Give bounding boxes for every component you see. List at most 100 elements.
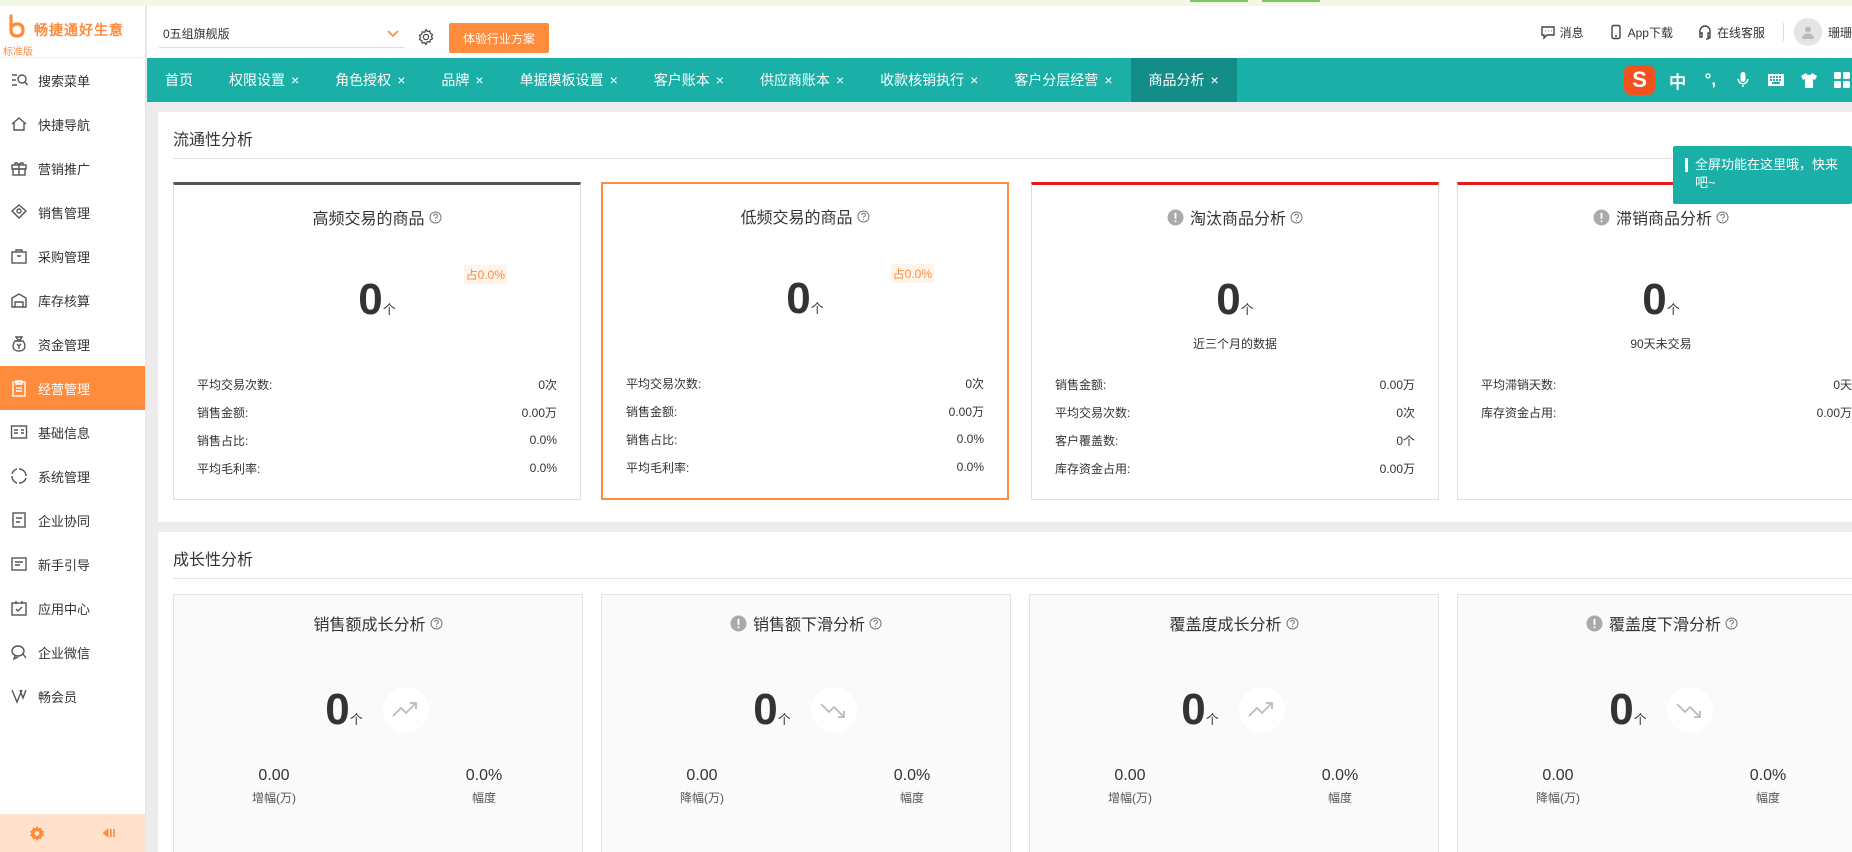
- sidebar-item-guide[interactable]: 新手引导: [0, 542, 145, 586]
- gear-icon[interactable]: [417, 28, 435, 46]
- ime-punct-button[interactable]: °,: [1700, 68, 1721, 92]
- ime-mode-button[interactable]: 中: [1667, 68, 1688, 92]
- sidebar-item-label: 应用中心: [38, 601, 91, 617]
- sales-decline-card[interactable]: 销售额下滑分析 0个 0.00 降幅(万) 0.0% 幅度: [601, 594, 1011, 852]
- stat-label: 销售金额:: [1055, 377, 1107, 392]
- close-icon[interactable]: ×: [1211, 72, 1219, 88]
- stat-row: 库存资金占用: 0.00万: [1055, 454, 1415, 482]
- item-count: 0个: [602, 685, 942, 735]
- sogou-logo-icon[interactable]: S: [1624, 65, 1656, 95]
- change-rate: 0.0% 幅度: [1280, 767, 1400, 806]
- sidebar-item-funds[interactable]: 资金管理: [0, 322, 145, 366]
- keyboard-icon[interactable]: [1766, 68, 1787, 92]
- coverage-growth-card[interactable]: 覆盖度成长分析 0个 0.00 增幅(万) 0.0% 幅度: [1029, 594, 1439, 852]
- toolbox-grid-icon[interactable]: [1831, 68, 1852, 92]
- user-menu[interactable]: 珊珊: [1793, 18, 1852, 46]
- high-frequency-card[interactable]: 高频交易的商品 占0.0% 0个 平均交易次数: 0次 销售金额: 0.00万 销售…: [173, 182, 581, 500]
- clipboard-icon: [12, 380, 26, 397]
- close-icon[interactable]: ×: [836, 72, 844, 88]
- online-support-button[interactable]: 在线客服: [1697, 24, 1765, 41]
- tab-home[interactable]: 首页: [147, 58, 211, 102]
- sidebar-item-collab[interactable]: 企业协同: [0, 498, 145, 542]
- message-icon: [1540, 26, 1555, 40]
- low-frequency-card[interactable]: 低频交易的商品 占0.0% 0个 平均交易次数: 0次 销售金额: 0.00万 销售…: [601, 182, 1009, 500]
- help-icon[interactable]: [1290, 211, 1303, 224]
- change-amount: 0.00 降幅(万): [1498, 767, 1618, 806]
- tab-document-template[interactable]: 单据模板设置 ×: [502, 58, 636, 102]
- help-icon[interactable]: [430, 617, 443, 630]
- help-icon[interactable]: [1725, 617, 1738, 630]
- metric-label: 幅度: [1755, 791, 1780, 805]
- sidebar-item-search-menu[interactable]: 搜索菜单: [0, 58, 145, 102]
- chevron-down-icon: [387, 30, 399, 38]
- item-count: 0个: [1458, 275, 1852, 325]
- metric-label: 幅度: [471, 791, 496, 805]
- sidebar-item-vip[interactable]: 畅会员: [0, 674, 145, 718]
- fullscreen-guide-tooltip[interactable]: 全屏功能在这里哦，快来 吧~: [1673, 146, 1852, 204]
- sales-growth-card[interactable]: 销售额成长分析 0个 0.00 增幅(万) 0.0% 幅度: [173, 594, 583, 852]
- tab-permission-settings[interactable]: 权限设置 ×: [211, 58, 317, 102]
- sidebar-item-label: 快捷导航: [38, 117, 91, 133]
- help-icon[interactable]: [1716, 211, 1729, 224]
- sidebar-item-purchase[interactable]: 采购管理: [0, 234, 145, 278]
- sidebar-item-sales[interactable]: 销售管理: [0, 190, 145, 234]
- app-download-button[interactable]: App下载: [1608, 24, 1673, 41]
- app-logo[interactable]: 畅捷通好生意 标准版: [0, 6, 145, 58]
- tab-customer-tiering[interactable]: 客户分层经营 ×: [996, 58, 1130, 102]
- tab-label: 收款核销执行: [880, 72, 965, 88]
- trial-industry-button[interactable]: 体验行业方案: [449, 23, 549, 53]
- slow-moving-products-card[interactable]: 滞销商品分析 0个 90天未交易 平均滞销天数: 0天 库存资金占用: 0.00万: [1457, 182, 1852, 500]
- account-name: 0五组旗舰版: [163, 27, 230, 41]
- help-icon[interactable]: [1286, 617, 1299, 630]
- messages-button[interactable]: 消息: [1540, 24, 1584, 41]
- sidebar-item-system[interactable]: 系统管理: [0, 454, 145, 498]
- close-icon[interactable]: ×: [970, 72, 978, 88]
- tab-label: 客户账本: [653, 72, 710, 88]
- tab-product-analysis[interactable]: 商品分析 ×: [1130, 58, 1237, 102]
- close-icon[interactable]: ×: [397, 72, 405, 88]
- close-icon[interactable]: ×: [475, 72, 483, 88]
- settings-gear-icon[interactable]: [28, 824, 46, 842]
- stat-row: 平均交易次数: 0次: [1055, 398, 1415, 426]
- sidebar-item-app-center[interactable]: 应用中心: [0, 586, 145, 630]
- metric-value: 0.00: [1542, 767, 1574, 784]
- help-icon[interactable]: [857, 210, 870, 223]
- help-icon[interactable]: [429, 211, 442, 224]
- tab-role-authorization[interactable]: 角色授权 ×: [317, 58, 423, 102]
- stat-row: 销售占比: 0.0%: [626, 425, 984, 453]
- sidebar-menu: 搜索菜单 快捷导航 营销推广 销售管理 采购管理 库存核算 资金管理 经营管理 …: [0, 58, 145, 718]
- tab-receipt-writeoff[interactable]: 收款核销执行 ×: [862, 58, 996, 102]
- stat-value: 0.00万: [521, 405, 557, 420]
- tab-label: 单据模板设置: [519, 72, 604, 88]
- close-icon[interactable]: ×: [1104, 72, 1112, 88]
- close-icon[interactable]: ×: [716, 72, 724, 88]
- account-selector[interactable]: 0五组旗舰版: [159, 20, 404, 48]
- microphone-icon[interactable]: [1733, 68, 1754, 92]
- change-amount: 0.00 增幅(万): [1070, 767, 1190, 806]
- sidebar-item-operations[interactable]: 经营管理: [0, 366, 145, 410]
- messages-label: 消息: [1559, 25, 1584, 40]
- sidebar-item-wecom[interactable]: 企业微信: [0, 630, 145, 674]
- skin-shirt-icon[interactable]: [1798, 68, 1819, 92]
- close-icon[interactable]: ×: [610, 72, 618, 88]
- id-card-icon: [10, 425, 28, 439]
- obsolete-products-card[interactable]: 淘汰商品分析 0个 近三个月的数据 销售金额: 0.00万 平均交易次数: 0次 客…: [1031, 182, 1439, 500]
- sidebar-item-marketing[interactable]: 营销推广: [0, 146, 145, 190]
- phone-icon: [1610, 24, 1621, 40]
- metric-value: 0.00: [686, 767, 718, 784]
- sidebar-item-quick-nav[interactable]: 快捷导航: [0, 102, 145, 146]
- grid-glyph: [1833, 72, 1850, 88]
- coverage-decline-card[interactable]: 覆盖度下滑分析 0个 0.00 降幅(万) 0.0% 幅度: [1457, 594, 1852, 852]
- tab-customer-ledger[interactable]: 客户账本 ×: [636, 58, 742, 102]
- metric-label: 幅度: [899, 791, 924, 805]
- help-icon[interactable]: [869, 617, 882, 630]
- sidebar-item-inventory[interactable]: 库存核算: [0, 278, 145, 322]
- stat-label: 平均交易次数:: [197, 377, 273, 392]
- stat-value: 0.0%: [956, 432, 984, 446]
- tab-supplier-ledger[interactable]: 供应商账本 ×: [742, 58, 862, 102]
- tab-brand[interactable]: 品牌 ×: [423, 58, 501, 102]
- collapse-sidebar-icon[interactable]: [101, 824, 119, 842]
- close-icon[interactable]: ×: [291, 72, 299, 88]
- sidebar-item-basic-info[interactable]: 基础信息: [0, 410, 145, 454]
- sidebar-item-label: 经营管理: [38, 381, 91, 397]
